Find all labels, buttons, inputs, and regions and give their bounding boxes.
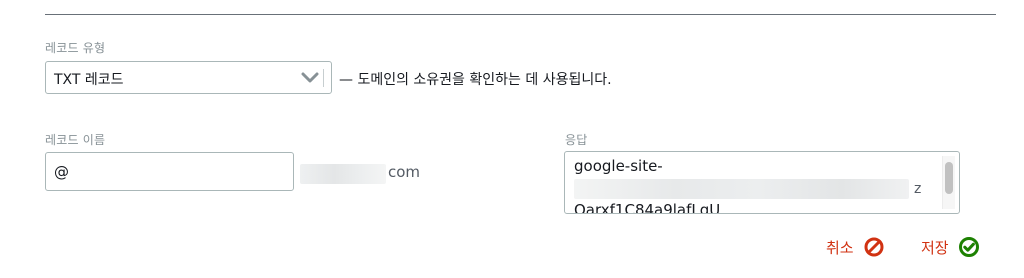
record-name-label: 레코드 이름 [45,133,106,147]
select-divider [323,69,324,87]
record-type-selected-value: TXT 레코드 [54,72,124,88]
domain-suffix: com [388,163,421,181]
section-divider [45,14,996,15]
redacted-domain [300,164,386,184]
save-check-icon [958,237,979,257]
record-name-input[interactable]: @ [45,152,294,191]
save-button-label: 저장 [921,238,949,257]
response-line-3: Oarxf1C84a9lafLqU [574,201,721,214]
response-label: 응답 [565,133,588,147]
response-textarea[interactable]: google-site- z Oarxf1C84a9lafLqU [564,151,960,214]
record-type-help-text: — 도메인의 소유권을 확인하는 데 사용됩니다. [339,72,612,88]
cancel-button-label: 취소 [826,238,854,257]
record-name-value: @ [54,163,69,181]
cancel-icon [864,237,884,257]
redacted-verification-token [574,179,909,199]
response-line-2-tail: z [914,181,922,197]
response-line-1: google-site- [574,157,663,175]
dns-record-editor: 레코드 유형 TXT 레코드 — 도메인의 소유권을 확인하는 데 사용됩니다.… [0,0,1024,278]
cancel-button[interactable]: 취소 [826,236,885,258]
record-type-label: 레코드 유형 [45,41,106,55]
save-button[interactable]: 저장 [921,236,980,258]
chevron-down-icon [301,72,319,83]
record-type-select[interactable]: TXT 레코드 [45,61,332,94]
textarea-scrollbar-thumb[interactable] [945,162,953,194]
